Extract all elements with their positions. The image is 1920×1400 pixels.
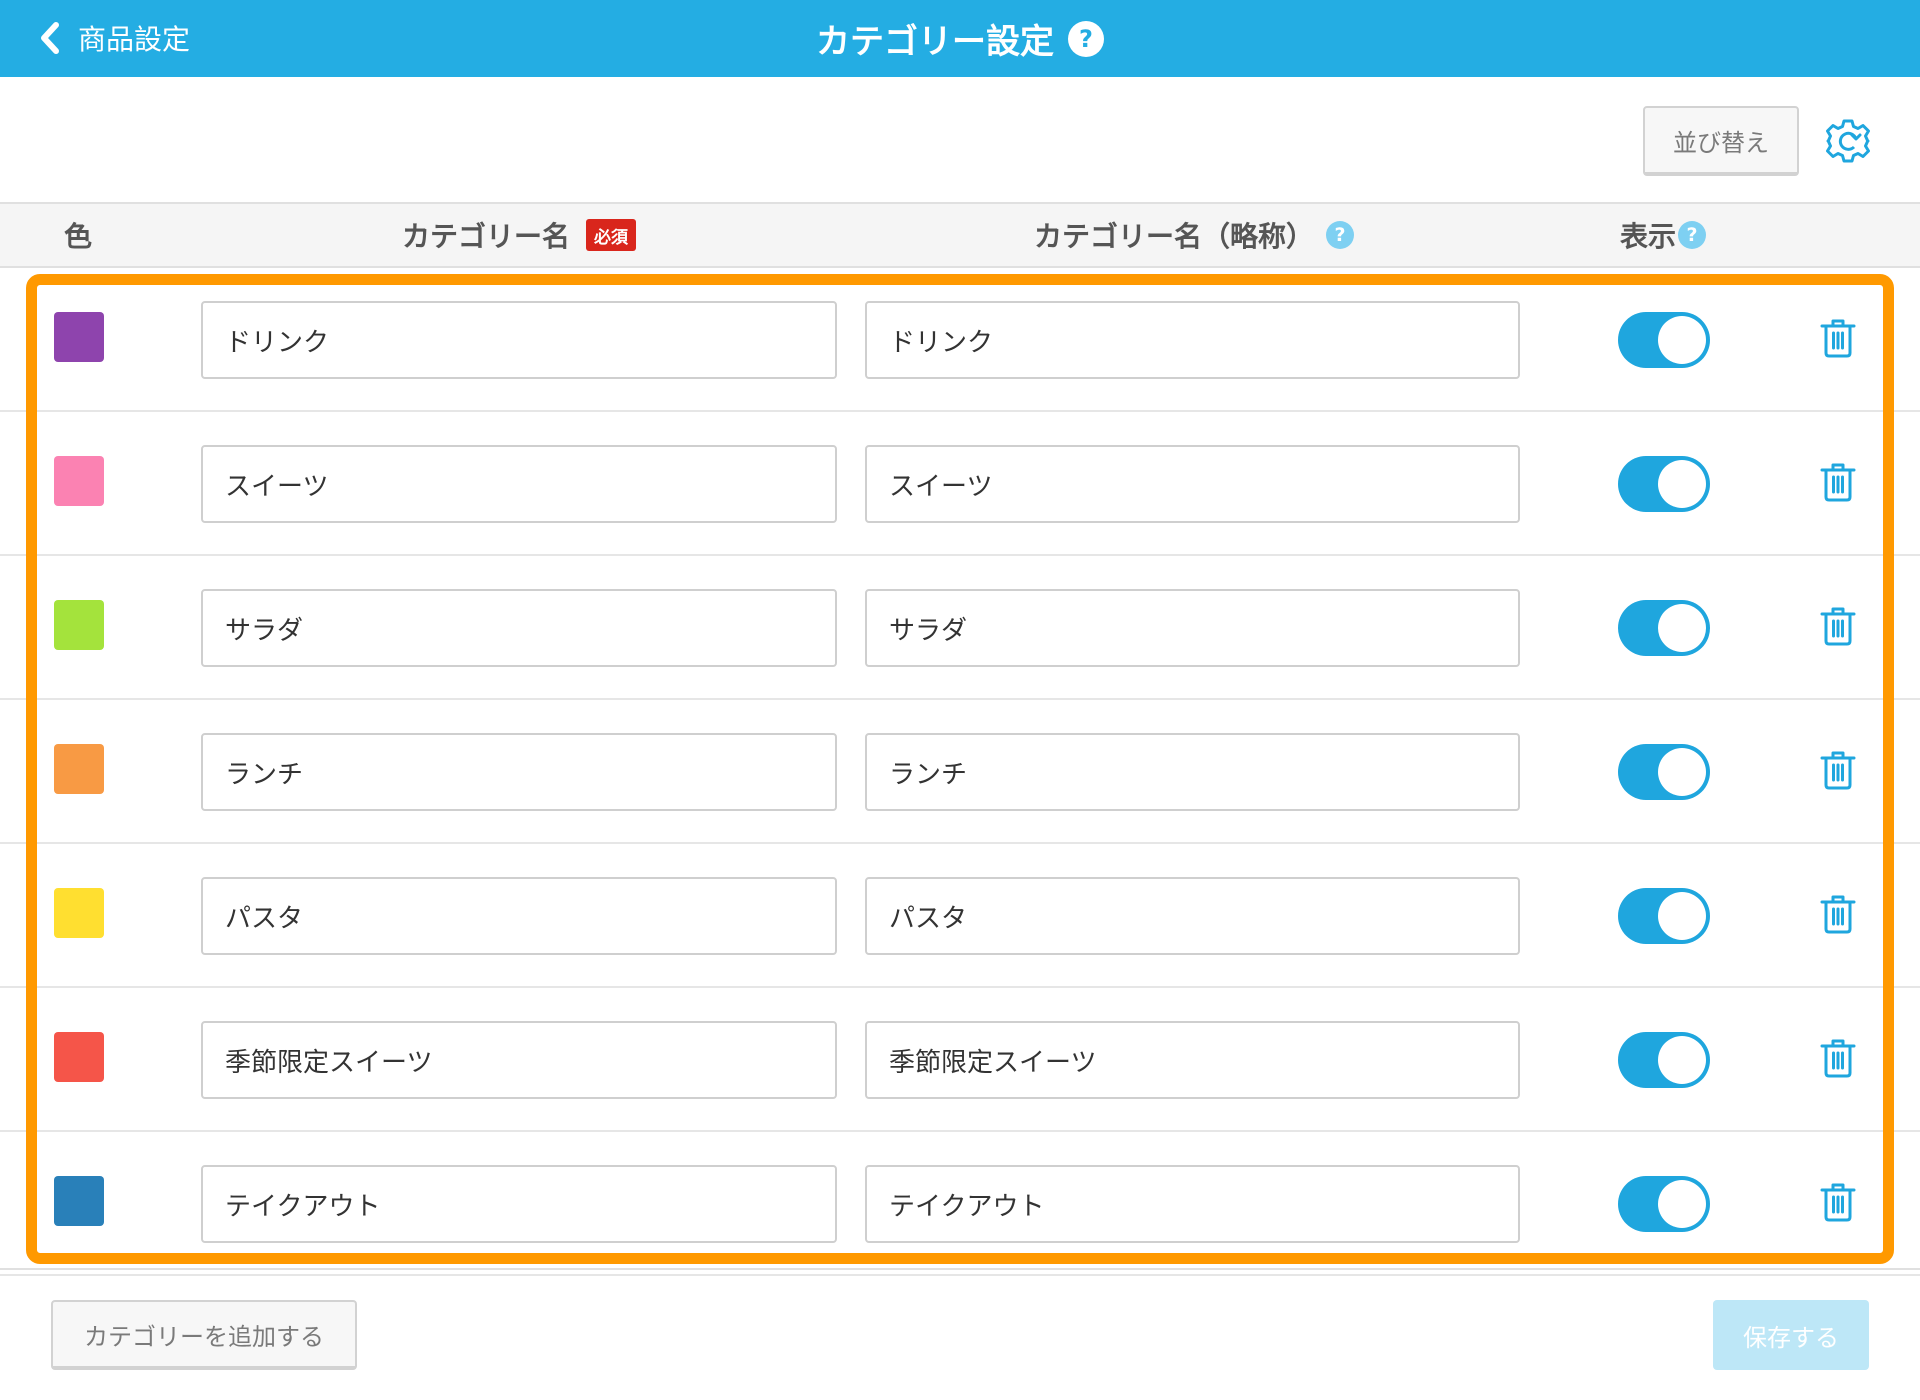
abbr-column-label: カテゴリー名（略称） [1034, 220, 1315, 253]
help-icon[interactable]: ? [1326, 221, 1355, 249]
category-abbr-input[interactable] [865, 1165, 1520, 1243]
toggle-knob [1658, 604, 1706, 652]
gear-icon[interactable] [1825, 118, 1871, 164]
save-button[interactable]: 保存する [1713, 1300, 1869, 1370]
category-name-input[interactable] [201, 877, 837, 955]
footer-divider [0, 1268, 1920, 1270]
category-abbr-input[interactable] [865, 589, 1520, 667]
category-abbr-input[interactable] [865, 1021, 1520, 1099]
trash-icon[interactable] [1820, 606, 1856, 646]
color-column-header: 色 [64, 204, 92, 266]
display-toggle[interactable] [1618, 888, 1710, 944]
display-toggle[interactable] [1618, 744, 1710, 800]
trash-icon[interactable] [1820, 318, 1856, 358]
required-badge: 必須 [586, 219, 637, 251]
color-swatch[interactable] [54, 888, 104, 938]
color-swatch[interactable] [54, 600, 104, 650]
toggle-knob [1658, 1180, 1706, 1228]
display-toggle[interactable] [1618, 312, 1710, 368]
toggle-knob [1658, 892, 1706, 940]
page-title: カテゴリー設定 [816, 22, 1054, 62]
color-swatch[interactable] [54, 1176, 104, 1226]
display-toggle[interactable] [1618, 456, 1710, 512]
category-name-input[interactable] [201, 301, 837, 379]
category-name-input[interactable] [201, 733, 837, 811]
app-header: 商品設定 カテゴリー設定 ? [0, 0, 1920, 77]
sort-button[interactable]: 並び替え [1643, 106, 1799, 176]
category-row [0, 268, 1920, 412]
trash-icon[interactable] [1820, 1182, 1856, 1222]
display-toggle[interactable] [1618, 600, 1710, 656]
category-row [0, 412, 1920, 556]
display-column-header: 表示 ? [1620, 204, 1707, 266]
color-swatch[interactable] [54, 312, 104, 362]
display-toggle[interactable] [1618, 1176, 1710, 1232]
category-row [0, 1132, 1920, 1276]
add-category-button[interactable]: カテゴリーを追加する [51, 1300, 357, 1370]
table-header: 色 カテゴリー名 必須 カテゴリー名（略称） ? 表示 ? [0, 202, 1920, 268]
color-column-label: 色 [64, 220, 93, 253]
category-row [0, 556, 1920, 700]
name-column-header: カテゴリー名 必須 [402, 204, 637, 266]
category-abbr-input[interactable] [865, 301, 1520, 379]
toggle-knob [1658, 460, 1706, 508]
trash-icon[interactable] [1820, 462, 1856, 502]
category-name-input[interactable] [201, 445, 837, 523]
abbr-column-header: カテゴリー名（略称） ? [1034, 204, 1355, 266]
category-abbr-input[interactable] [865, 733, 1520, 811]
category-row [0, 988, 1920, 1132]
display-toggle[interactable] [1618, 1032, 1710, 1088]
category-abbr-input[interactable] [865, 445, 1520, 523]
name-column-label: カテゴリー名 [402, 220, 571, 253]
help-icon[interactable]: ? [1068, 20, 1104, 57]
display-column-label: 表示 [1620, 220, 1677, 253]
category-name-input[interactable] [201, 1165, 837, 1243]
category-row [0, 700, 1920, 844]
trash-icon[interactable] [1820, 750, 1856, 790]
trash-icon[interactable] [1820, 1038, 1856, 1078]
toggle-knob [1658, 316, 1706, 364]
toggle-knob [1658, 1036, 1706, 1084]
category-name-input[interactable] [201, 589, 837, 667]
category-list [0, 268, 1920, 1276]
title-area: カテゴリー設定 ? [0, 0, 1920, 77]
color-swatch[interactable] [54, 1032, 104, 1082]
category-row [0, 844, 1920, 988]
help-icon[interactable]: ? [1678, 221, 1707, 249]
category-abbr-input[interactable] [865, 877, 1520, 955]
color-swatch[interactable] [54, 456, 104, 506]
toggle-knob [1658, 748, 1706, 796]
category-name-input[interactable] [201, 1021, 837, 1099]
trash-icon[interactable] [1820, 894, 1856, 934]
color-swatch[interactable] [54, 744, 104, 794]
